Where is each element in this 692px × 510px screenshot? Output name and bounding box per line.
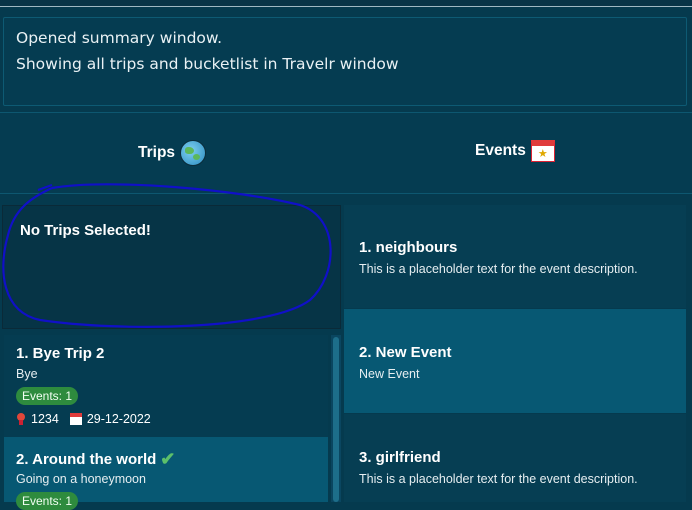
event-card[interactable]: 2. New Event New Event	[344, 309, 686, 413]
column-headers: Trips Events ★	[0, 113, 692, 194]
calendar-icon	[69, 413, 82, 425]
trip-date: 29-12-2022	[86, 412, 151, 426]
event-description: This is a placeholder text for the event…	[359, 262, 638, 276]
menu-bar-edge	[0, 0, 692, 7]
events-header-label: Events	[475, 142, 526, 159]
trip-description: Bye	[16, 367, 38, 381]
events-header: Events ★	[475, 140, 555, 162]
trips-header: Trips	[138, 140, 207, 166]
event-title: 3. girlfriend	[359, 449, 441, 466]
trip-title: 1. Bye Trip 2	[16, 345, 105, 362]
events-count-badge: Events: 1	[16, 387, 79, 405]
event-title: 1. neighbours	[359, 239, 458, 256]
calendar-star-icon: ★	[530, 140, 555, 162]
trip-title-row: 2. Around the world ✔	[16, 449, 175, 470]
event-card[interactable]: 3. girlfriend This is a placeholder text…	[344, 414, 686, 502]
event-card[interactable]: 1. neighbours This is a placeholder text…	[344, 205, 686, 308]
trip-card[interactable]: 2. Around the world ✔ Going on a honeymo…	[4, 437, 328, 510]
trip-description: Going on a honeymoon	[16, 472, 146, 486]
scrollbar-thumb[interactable]	[333, 337, 339, 502]
trip-meta: 1234 29-12-2022	[16, 412, 151, 426]
location-pin-icon	[16, 412, 26, 426]
result-line: Opened summary window.	[16, 29, 223, 47]
result-line: Showing all trips and bucketlist in Trav…	[16, 55, 399, 73]
no-trips-message: No Trips Selected!	[20, 222, 151, 239]
event-description: This is a placeholder text for the event…	[359, 472, 638, 486]
selected-trip-panel: No Trips Selected!	[2, 205, 341, 329]
globe-icon	[180, 140, 207, 166]
event-title: 2. New Event	[359, 344, 452, 361]
trip-title: 2. Around the world	[16, 451, 157, 468]
events-count-badge: Events: 1	[16, 492, 79, 510]
trip-location: 1234	[31, 412, 59, 426]
trips-scrollbar[interactable]	[331, 335, 341, 502]
trips-header-label: Trips	[138, 144, 176, 161]
completed-check-icon: ✔	[160, 449, 176, 469]
trip-card[interactable]: 1. Bye Trip 2 Bye Events: 1 1234 29-12-2…	[4, 335, 328, 437]
event-description: New Event	[359, 367, 420, 381]
result-display: Opened summary window. Showing all trips…	[3, 17, 687, 106]
